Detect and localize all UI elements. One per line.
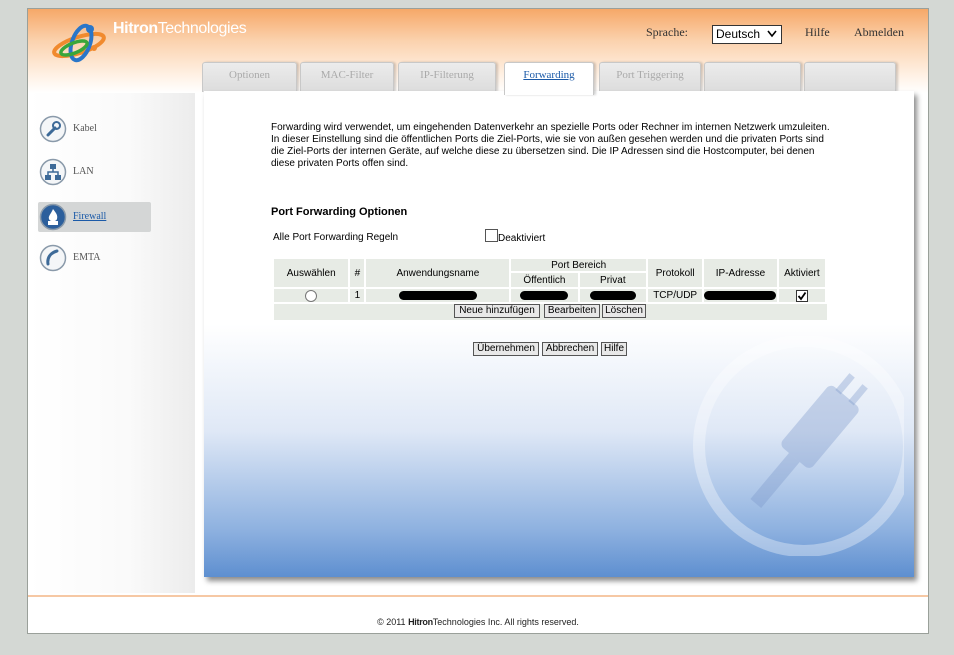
sidebar-item-firewall[interactable]: Firewall [38, 202, 151, 232]
tab-mac-filter[interactable]: MAC-Filter [300, 62, 394, 92]
router-admin-window: HitronTechnologies Sprache: Deutsch Hilf… [27, 8, 929, 634]
cancel-button[interactable]: Abbrechen [542, 342, 598, 356]
redaction-mark [398, 290, 477, 300]
header-private: Privat [579, 273, 646, 287]
row-select-cell [274, 289, 349, 302]
row-public-port [511, 289, 578, 302]
row-ip [704, 289, 777, 302]
redaction-mark [520, 290, 569, 300]
row-active-checkbox[interactable] [795, 289, 808, 302]
tab-ip-filterung[interactable]: IP-Filterung [398, 62, 496, 92]
help-button[interactable]: Hilfe [601, 342, 627, 356]
redaction-mark [589, 290, 636, 300]
row-active-cell [778, 289, 825, 302]
tab-forwarding[interactable]: Forwarding [504, 62, 594, 95]
network-icon [39, 158, 67, 186]
row-private-port [579, 289, 646, 302]
row-app-name [366, 289, 510, 302]
tab-optionen[interactable]: Optionen [202, 62, 297, 92]
delete-rule-button[interactable]: Löschen [602, 304, 646, 318]
header-number: # [350, 259, 365, 287]
section-title: Port Forwarding Optionen [271, 206, 408, 218]
header-ip: IP-Adresse [704, 259, 777, 287]
firewall-icon [39, 203, 67, 231]
port-forwarding-table: Auswählen # Anwendungsname Port Bereich … [272, 257, 827, 304]
row-number: 1 [350, 289, 365, 302]
redaction-mark [704, 290, 777, 300]
sidebar-item-label: Kabel [73, 123, 97, 134]
intro-text: Forwarding wird verwendet, um eingehende… [271, 122, 830, 169]
row-select-radio[interactable] [305, 289, 318, 302]
disable-all-label: Deaktiviert [498, 233, 546, 244]
header-port-range: Port Bereich [511, 259, 646, 271]
header-active: Aktiviert [778, 259, 825, 287]
phone-icon [39, 244, 67, 272]
sidebar-item-label: EMTA [73, 252, 101, 263]
tab-empty-2[interactable] [804, 62, 896, 92]
sidebar: Kabel LAN Firewall EMTA [28, 93, 195, 593]
edit-rule-button[interactable]: Bearbeiten [544, 304, 600, 318]
all-rules-label: Alle Port Forwarding Regeln [273, 232, 399, 243]
help-link[interactable]: Hilfe [805, 25, 830, 40]
disable-all-checkbox[interactable] [485, 229, 498, 242]
header-app-name: Anwendungsname [366, 259, 510, 287]
sidebar-item-lan[interactable]: LAN [38, 157, 151, 187]
header-protocol: Protokoll [648, 259, 703, 287]
tab-empty-1[interactable] [704, 62, 801, 92]
language-select-value: Deutsch [716, 27, 761, 41]
sidebar-item-kabel[interactable]: Kabel [38, 114, 151, 144]
table-row: 1 TCP/UDP [274, 289, 825, 302]
footer-divider [28, 595, 928, 597]
language-select[interactable]: Deutsch [712, 25, 782, 44]
sidebar-item-label: Firewall [73, 211, 107, 222]
cable-plug-watermark-icon [693, 336, 904, 556]
add-rule-button[interactable]: Neue hinzufügen [454, 304, 540, 318]
checkmark-icon [797, 291, 807, 300]
hitron-logo-icon [52, 23, 106, 63]
table-button-bar: Neue hinzufügen Bearbeiten Löschen [274, 304, 827, 320]
language-label: Sprache: [646, 25, 688, 39]
apply-button[interactable]: Übernehmen [473, 342, 539, 356]
brand-name: HitronTechnologies [113, 20, 247, 37]
footer-copyright: © 2011 HitronTechnologies Inc. All right… [377, 617, 579, 627]
header-public: Öffentlich [511, 273, 578, 287]
logout-link[interactable]: Abmelden [854, 25, 904, 40]
chevron-down-icon [767, 30, 777, 38]
tab-port-triggering[interactable]: Port Triggering [599, 62, 701, 92]
sidebar-item-label: LAN [73, 166, 94, 177]
header-bar: HitronTechnologies Sprache: Deutsch Hilf… [28, 9, 928, 95]
header-select: Auswählen [274, 259, 349, 287]
sidebar-item-emta[interactable]: EMTA [38, 243, 151, 273]
row-protocol: TCP/UDP [648, 289, 703, 302]
wrench-icon [39, 115, 67, 143]
main-content: Forwarding wird verwendet, um eingehende… [204, 91, 914, 577]
